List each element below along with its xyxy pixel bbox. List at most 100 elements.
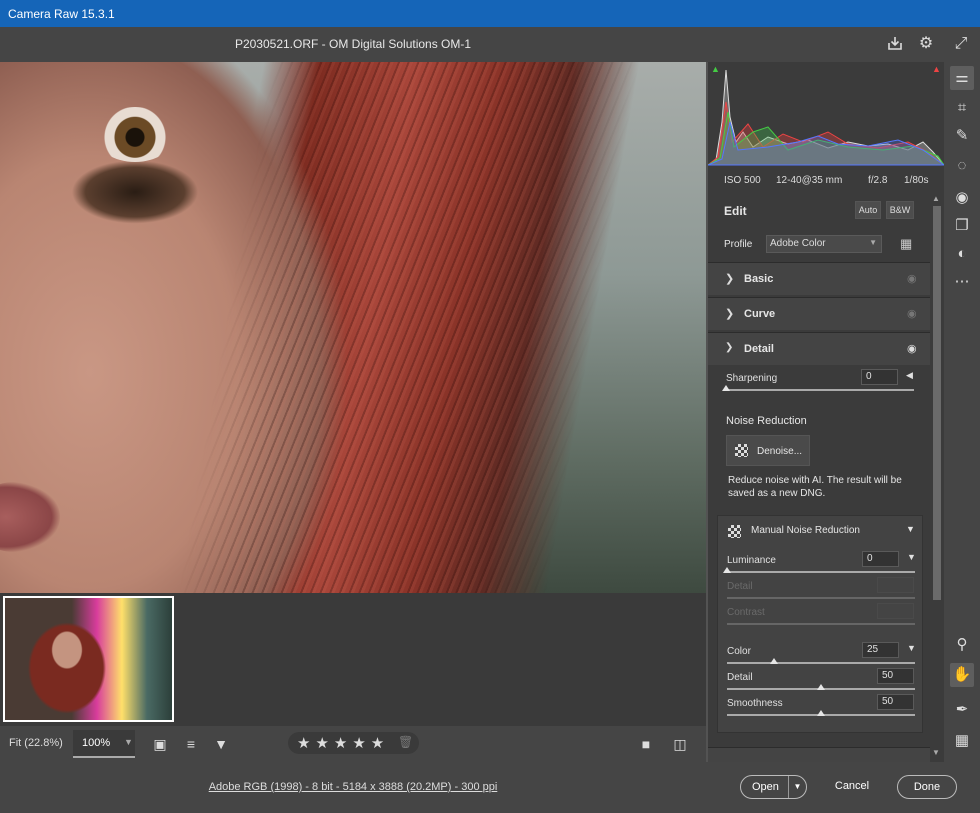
fullscreen-icon[interactable]: ⤢: [951, 34, 971, 54]
cancel-button[interactable]: Cancel: [822, 775, 882, 799]
filmstrip-toggle-icon[interactable]: ▣: [151, 735, 169, 753]
chevron-down-icon: ❯: [725, 342, 734, 353]
chevron-down-icon[interactable]: ▼: [907, 643, 916, 653]
fit-zoom-button[interactable]: Fit (22.8%): [9, 737, 63, 749]
luminance-value[interactable]: 0: [862, 551, 899, 567]
smoothness-thumb[interactable]: [817, 710, 825, 716]
more-icon[interactable]: ⋯: [950, 270, 974, 294]
trash-icon[interactable]: 🗑: [398, 735, 413, 749]
visibility-eye-icon[interactable]: ◉: [907, 272, 917, 285]
chevron-right-icon: ❯: [725, 273, 735, 285]
denoise-label: Denoise...: [757, 446, 803, 457]
sharpening-thumb[interactable]: [722, 385, 730, 391]
sampler-icon[interactable]: ✒: [950, 698, 974, 722]
visibility-eye-icon[interactable]: ◉: [907, 342, 917, 355]
star-rating[interactable]: ★★★★★ 🗑: [288, 732, 419, 754]
highlight-clipping-icon[interactable]: ▲: [932, 64, 941, 74]
section-basic-label: Basic: [744, 273, 774, 285]
visibility-eye-icon[interactable]: ◉: [907, 307, 917, 320]
noise-reduction-title: Noise Reduction: [726, 415, 807, 427]
compare-view-icon[interactable]: ◫: [671, 735, 689, 753]
window-titlebar: Camera Raw 15.3.1: [0, 0, 980, 27]
color-track[interactable]: [727, 662, 915, 664]
luminance-track[interactable]: [727, 571, 915, 573]
shutter-value: 1/80s: [904, 175, 929, 186]
presets-icon[interactable]: ◐: [950, 242, 974, 266]
manual-noise-reduction-panel: Manual Noise Reduction ▼ Luminance 0 ▼ D…: [717, 515, 923, 733]
tool-strip: ⚌ ⌗ ✎ ◌ ◉ ❐ ◐ ⋯ ⚲ ✋ ✒ ▦: [944, 62, 980, 762]
smoothness-slider[interactable]: Smoothness 50: [727, 694, 917, 728]
section-detail[interactable]: ❯ Detail ◉: [708, 332, 930, 365]
file-name: P2030521.ORF - OM Digital Solutions OM-1: [234, 37, 472, 51]
sharpening-value[interactable]: 0: [861, 369, 898, 385]
histogram: ▲ ▲: [708, 62, 944, 168]
sharpening-slider[interactable]: Sharpening 0 ◀: [722, 369, 916, 403]
profile-label: Profile: [724, 239, 753, 250]
mask-icon[interactable]: ◌: [950, 154, 974, 178]
bw-button[interactable]: B&W: [886, 201, 914, 219]
luminance-contrast-label: Contrast: [727, 607, 765, 618]
grid-icon[interactable]: ▦: [950, 729, 974, 753]
done-button[interactable]: Done: [897, 775, 957, 799]
color-detail-value[interactable]: 50: [877, 668, 914, 684]
color-thumb[interactable]: [770, 658, 778, 664]
zoom-icon[interactable]: ⚲: [950, 633, 974, 657]
smoothness-value[interactable]: 50: [877, 694, 914, 710]
chevron-down-icon: ▼: [869, 238, 877, 247]
section-color-mixer-partial[interactable]: [708, 747, 930, 762]
scroll-thumb[interactable]: [933, 206, 941, 600]
color-value[interactable]: 25: [862, 642, 899, 658]
luminance-thumb[interactable]: [723, 567, 731, 573]
crop-icon[interactable]: ⌗: [950, 96, 974, 120]
open-options-chevron-icon[interactable]: ▼: [788, 776, 806, 798]
section-curve[interactable]: ❯ Curve ◉: [708, 297, 930, 330]
gear-icon[interactable]: ⚙: [916, 34, 936, 54]
edit-icon[interactable]: ⚌: [950, 66, 974, 90]
edit-header: Edit Auto B&W: [708, 192, 944, 227]
color-detail-thumb[interactable]: [817, 684, 825, 690]
snapshots-icon[interactable]: ❐: [950, 214, 974, 238]
before-after-icon[interactable]: ■: [637, 735, 655, 753]
manual-nr-title: Manual Noise Reduction: [751, 525, 860, 536]
chevron-down-icon[interactable]: ▼: [906, 524, 915, 534]
section-detail-label: Detail: [744, 343, 774, 355]
filter-icon[interactable]: ▼: [212, 735, 230, 753]
profile-row: Profile Adobe Color ▼ ▦: [708, 229, 944, 260]
triangle-left-icon[interactable]: ◀: [906, 370, 913, 381]
section-basic[interactable]: ❯ Basic ◉: [708, 262, 930, 295]
rating-stars[interactable]: ★★★★★: [297, 735, 389, 752]
hand-icon[interactable]: ✋: [950, 663, 974, 687]
panel-scrollbar[interactable]: ▲ ▼: [930, 192, 944, 762]
denoise-button[interactable]: Denoise...: [726, 435, 810, 466]
luminance-detail-track: [727, 597, 915, 599]
open-label: Open: [752, 781, 779, 793]
denoise-icon: [735, 444, 748, 457]
profile-browser-icon[interactable]: ▦: [900, 236, 916, 252]
open-button[interactable]: Open ▼: [740, 775, 807, 799]
heal-icon[interactable]: ✎: [950, 124, 974, 148]
workflow-options-link[interactable]: Adobe RGB (1998) - 8 bit - 5184 x 3888 (…: [0, 781, 706, 793]
section-curve-label: Curve: [744, 308, 776, 320]
zoom-dropdown-icon[interactable]: ▼: [124, 737, 133, 747]
scroll-up-icon[interactable]: ▲: [932, 194, 940, 203]
sharpening-label: Sharpening: [726, 373, 778, 384]
smoothness-label: Smoothness: [727, 698, 783, 709]
chevron-down-icon[interactable]: ▼: [907, 552, 916, 562]
color-detail-label: Detail: [727, 672, 753, 683]
sort-icon[interactable]: ≡: [182, 735, 200, 753]
bottom-toolbar: Fit (22.8%) 100% ▼ ▣ ≡ ▼ ★★★★★ 🗑 ■ ◫: [0, 726, 706, 762]
profile-select[interactable]: Adobe Color ▼: [766, 235, 882, 253]
image-preview[interactable]: [0, 62, 706, 593]
redeye-icon[interactable]: ◉: [950, 186, 974, 210]
scroll-down-icon[interactable]: ▼: [932, 748, 940, 757]
top-toolbar: P2030521.ORF - OM Digital Solutions OM-1…: [0, 27, 980, 62]
lens-value: 12-40@35 mm: [776, 175, 843, 186]
sharpening-track[interactable]: [726, 389, 914, 391]
denoise-note: Reduce noise with AI. The result will be…: [728, 475, 902, 499]
luminance-label: Luminance: [727, 555, 776, 566]
shadow-clipping-icon[interactable]: ▲: [711, 64, 720, 74]
save-icon[interactable]: [885, 34, 905, 54]
chevron-right-icon: ❯: [725, 308, 735, 320]
auto-button[interactable]: Auto: [855, 201, 881, 219]
thumbnail[interactable]: [3, 596, 174, 722]
